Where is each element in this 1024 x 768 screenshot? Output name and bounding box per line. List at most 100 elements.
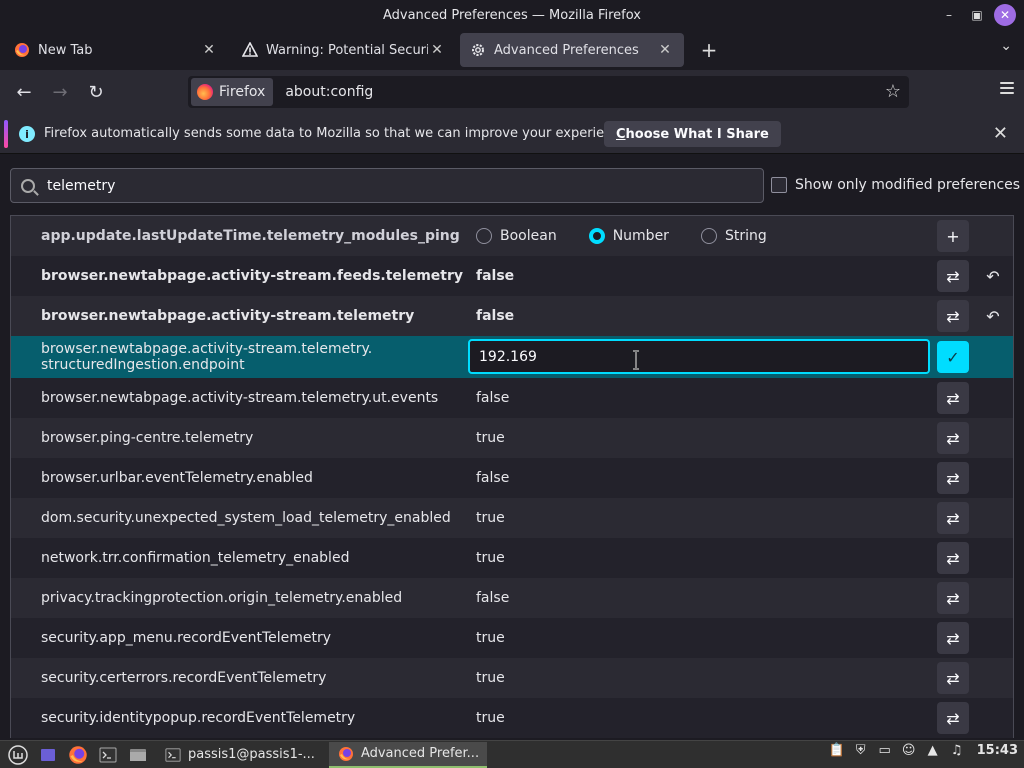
preference-name: browser.urlbar.eventTelemetry.enabled: [41, 470, 313, 486]
list-all-tabs-chevron-icon[interactable]: ⌄: [1000, 38, 1012, 54]
clock[interactable]: 15:43: [977, 743, 1018, 758]
toggle-button[interactable]: ⇄: [937, 502, 969, 534]
search-icon: [21, 178, 35, 193]
toggle-button[interactable]: ⇄: [937, 382, 969, 414]
about-config-page: telemetry Show only modified preferences…: [0, 155, 1024, 740]
toggle-button[interactable]: ⇄: [937, 702, 969, 734]
display-icon[interactable]: ▭: [877, 743, 893, 758]
radio-number[interactable]: Number: [588, 228, 669, 244]
firefox-icon: [337, 745, 355, 763]
tab-label: Advanced Preferences: [494, 42, 639, 58]
network-icon[interactable]: ▲: [925, 743, 941, 758]
reload-button[interactable]: ↻: [78, 76, 114, 108]
preference-value: false: [476, 470, 510, 486]
toggle-button[interactable]: ⇄: [937, 260, 969, 292]
notification-message: Firefox automatically sends some data to…: [44, 126, 632, 141]
choose-what-i-share-button[interactable]: Choose What I Share: [604, 121, 781, 147]
preference-value: false: [476, 590, 510, 606]
table-row: browser.newtabpage.activity-stream.telem…: [11, 296, 1013, 336]
preference-name: app.update.lastUpdateTime.telemetry_modu…: [41, 228, 460, 244]
preferences-table: app.update.lastUpdateTime.telemetry_modu…: [10, 215, 1014, 738]
url-text[interactable]: about:config: [285, 84, 373, 100]
toggle-button[interactable]: ⇄: [937, 582, 969, 614]
table-row: browser.newtabpage.activity-stream.telem…: [11, 378, 1013, 418]
close-notification-icon[interactable]: ✕: [993, 123, 1008, 144]
table-row: security.certerrors.recordEventTelemetry…: [11, 658, 1013, 698]
toggle-button[interactable]: ⇄: [937, 542, 969, 574]
preference-value: true: [476, 550, 505, 566]
taskbar-task-firefox[interactable]: Advanced Prefer...: [328, 741, 488, 768]
preference-name: browser.newtabpage.activity-stream.telem…: [41, 308, 415, 324]
close-tab-icon[interactable]: ✕: [428, 42, 446, 58]
notification-accent: [4, 120, 8, 148]
reset-icon[interactable]: ↶: [981, 264, 1005, 288]
preference-name: browser.newtabpage.activity-stream.feeds…: [41, 268, 464, 284]
show-modified-toggle[interactable]: Show only modified preferences: [771, 177, 1020, 193]
tab-advanced-preferences[interactable]: Advanced Preferences ✕: [460, 33, 684, 67]
type-radio-group: Boolean Number String: [476, 228, 799, 244]
firefox-icon[interactable]: [66, 743, 90, 767]
mint-menu-icon[interactable]: [6, 743, 30, 767]
toggle-button[interactable]: ⇄: [937, 622, 969, 654]
volume-icon[interactable]: ♫: [949, 743, 965, 758]
taskbar-task-terminal[interactable]: passis1@passis1-...: [156, 742, 323, 768]
identity-box[interactable]: Firefox: [191, 78, 274, 106]
toggle-button[interactable]: ⇄: [937, 422, 969, 454]
firefox-icon: [197, 84, 213, 100]
user-icon[interactable]: ☺: [901, 743, 917, 758]
table-row: network.trr.confirmation_telemetry_enabl…: [11, 538, 1013, 578]
tab-security-warning[interactable]: Warning: Potential Security ✕: [232, 33, 456, 67]
show-desktop-icon[interactable]: [36, 743, 60, 767]
terminal-icon[interactable]: [96, 743, 120, 767]
radio-string[interactable]: String: [700, 228, 767, 244]
close-tab-icon[interactable]: ✕: [200, 42, 218, 58]
preference-name: security.app_menu.recordEventTelemetry: [41, 630, 332, 646]
url-bar[interactable]: Firefox about:config ☆: [188, 76, 909, 108]
text-cursor-icon: [633, 350, 639, 370]
system-tray: 📋 ⛨ ▭ ☺ ▲ ♫ 15:43: [829, 743, 1018, 758]
gear-icon: [470, 42, 486, 58]
table-row: browser.ping-centre.telemetry true ⇄: [11, 418, 1013, 458]
maximize-button[interactable]: ▣: [966, 4, 988, 26]
bookmark-star-icon[interactable]: ☆: [885, 81, 901, 102]
table-row: dom.security.unexpected_system_load_tele…: [11, 498, 1013, 538]
forward-button[interactable]: →: [42, 76, 78, 108]
clipboard-icon[interactable]: 📋: [829, 743, 845, 758]
editing-row: browser.newtabpage.activity-stream.telem…: [11, 336, 1013, 378]
toggle-button[interactable]: ⇄: [937, 662, 969, 694]
preference-value: true: [476, 510, 505, 526]
toggle-button[interactable]: ⇄: [937, 300, 969, 332]
minimize-button[interactable]: –: [938, 4, 960, 26]
toggle-button[interactable]: ⇄: [937, 462, 969, 494]
tab-label: Warning: Potential Security: [266, 42, 428, 58]
close-tab-icon[interactable]: ✕: [656, 42, 674, 58]
preference-name: privacy.trackingprotection.origin_teleme…: [41, 590, 403, 606]
preference-name: browser.ping-centre.telemetry: [41, 430, 254, 446]
preference-value: false: [476, 268, 515, 284]
shield-icon[interactable]: ⛨: [853, 743, 869, 758]
table-row: privacy.trackingprotection.origin_teleme…: [11, 578, 1013, 618]
show-modified-checkbox[interactable]: [771, 177, 787, 193]
new-tab-button[interactable]: +: [694, 35, 724, 65]
preference-value: true: [476, 710, 505, 726]
table-row: browser.urlbar.eventTelemetry.enabled fa…: [11, 458, 1013, 498]
warning-icon: [242, 42, 258, 58]
close-window-button[interactable]: ✕: [994, 4, 1016, 26]
table-row: security.identitypopup.recordEventTeleme…: [11, 698, 1013, 738]
info-icon: i: [19, 126, 35, 142]
title-bar: Advanced Preferences — Mozilla Firefox –…: [0, 0, 1024, 30]
radio-boolean[interactable]: Boolean: [476, 228, 557, 244]
tab-new-tab[interactable]: New Tab ✕: [4, 33, 228, 67]
firefox-icon: [14, 42, 30, 58]
file-manager-icon[interactable]: [126, 743, 150, 767]
reset-icon[interactable]: ↶: [981, 304, 1005, 328]
preference-value-input[interactable]: 192.169: [468, 339, 930, 374]
search-input[interactable]: telemetry: [10, 168, 764, 203]
back-button[interactable]: ←: [6, 76, 42, 108]
taskbar: passis1@passis1-... Advanced Prefer... 📋…: [0, 740, 1024, 768]
table-row: browser.newtabpage.activity-stream.feeds…: [11, 256, 1013, 296]
preference-value: false: [476, 308, 515, 324]
add-preference-button[interactable]: +: [937, 220, 969, 252]
app-menu-hamburger-icon[interactable]: [1000, 82, 1014, 94]
save-button[interactable]: ✓: [937, 341, 969, 373]
